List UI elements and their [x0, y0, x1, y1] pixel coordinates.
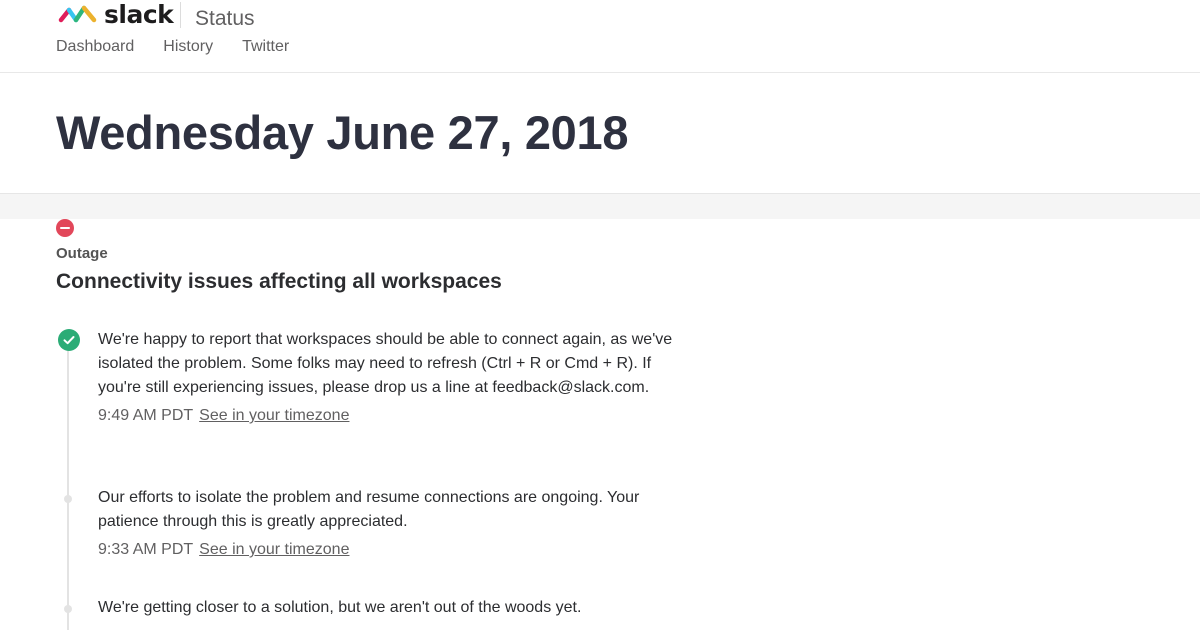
section-divider-band	[0, 194, 1200, 219]
nav-history[interactable]: History	[163, 38, 213, 56]
update-text: We're getting closer to a solution, but …	[98, 599, 582, 616]
incident-update: Our efforts to isolate the problem and r…	[98, 486, 688, 560]
nav-dashboard[interactable]: Dashboard	[56, 38, 134, 56]
site-header: slack Status Dashboard History Twitter	[0, 0, 1200, 73]
timezone-link[interactable]: See in your timezone	[199, 407, 349, 424]
timeline-dot	[64, 495, 72, 503]
brand-divider	[180, 2, 181, 28]
page-title: Wednesday June 27, 2018	[56, 106, 629, 159]
minus-circle-icon	[56, 219, 74, 237]
incident-update: We're getting closer to a solution, but …	[98, 596, 688, 620]
update-text: Our efforts to isolate the problem and r…	[98, 489, 640, 530]
update-time: 9:49 AM PDT	[98, 407, 194, 424]
timeline-line	[67, 340, 69, 630]
incident-title: Connectivity issues affecting all worksp…	[56, 270, 502, 293]
check-circle-icon	[58, 329, 80, 351]
update-meta: 9:49 AM PDT See in your timezone	[98, 406, 688, 426]
incident-type-label: Outage	[56, 245, 108, 262]
incident-update: We're happy to report that workspaces sh…	[98, 328, 688, 426]
update-text: We're happy to report that workspaces sh…	[98, 331, 673, 396]
nav-twitter[interactable]: Twitter	[242, 38, 289, 56]
main-nav: Dashboard History Twitter	[56, 38, 318, 56]
section-title: Status	[195, 7, 255, 30]
slack-logo-icon	[58, 5, 97, 23]
brand-name: slack	[104, 0, 174, 29]
update-meta: 9:33 AM PDT See in your timezone	[98, 540, 688, 560]
date-hero: Wednesday June 27, 2018	[0, 73, 1200, 194]
timezone-link[interactable]: See in your timezone	[199, 541, 349, 558]
timeline-dot	[64, 605, 72, 613]
update-time: 9:33 AM PDT	[98, 541, 194, 558]
slack-logo-link[interactable]: slack	[58, 0, 174, 30]
